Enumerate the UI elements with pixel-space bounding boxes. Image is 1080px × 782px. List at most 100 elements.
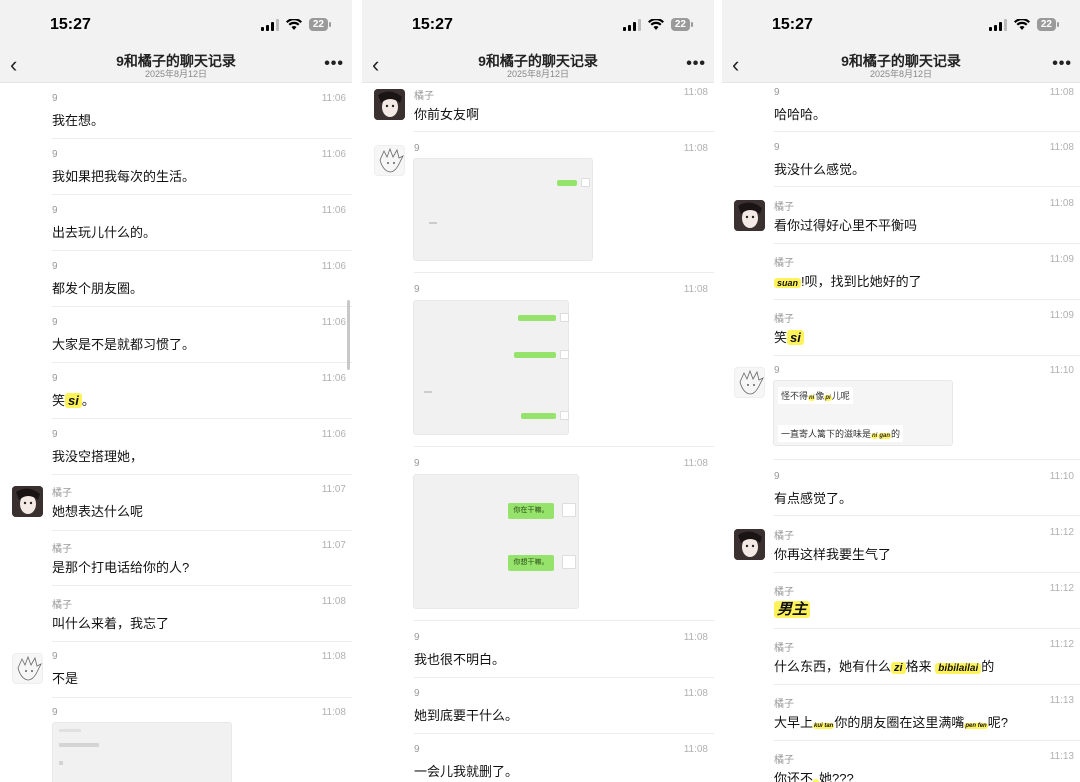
screenshot-image[interactable] bbox=[52, 722, 232, 782]
sender-name: 9 bbox=[774, 87, 780, 98]
placeholder-line bbox=[429, 222, 437, 224]
pinyin-highlight: zi bbox=[891, 662, 906, 674]
pinyin-highlight: 男主 bbox=[774, 601, 811, 618]
sender-name: 9 bbox=[774, 471, 780, 482]
divider bbox=[774, 740, 1080, 741]
message-text: 是那个打电话给你的人? bbox=[52, 560, 190, 575]
more-icon[interactable]: ••• bbox=[324, 52, 344, 76]
sender-name: 橘子 bbox=[774, 202, 794, 213]
divider bbox=[52, 362, 352, 363]
message-text: 哈哈哈。 bbox=[774, 107, 827, 122]
sender-name: 橘子 bbox=[774, 314, 794, 325]
screenshot-image[interactable] bbox=[413, 158, 593, 261]
avatar-nine[interactable] bbox=[374, 145, 405, 176]
quote-image[interactable]: 怪不得ni像pi儿呢 一直寄人篱下的滋味是ni gan的 bbox=[773, 380, 953, 446]
message-text: 她想表达什么呢 bbox=[52, 504, 144, 519]
sender-name: 9 bbox=[774, 142, 780, 153]
signal-icon bbox=[622, 18, 641, 31]
divider bbox=[414, 446, 714, 447]
divider bbox=[52, 306, 352, 307]
divider bbox=[52, 194, 352, 195]
message-time: 11:08 bbox=[683, 143, 708, 154]
divider bbox=[774, 299, 1080, 300]
message-text: 出去玩儿什么的。 bbox=[52, 225, 157, 240]
sender-name: 橘子 bbox=[774, 699, 794, 710]
divider bbox=[414, 272, 714, 273]
sender-name: 9 bbox=[52, 149, 58, 160]
status-bar: 15:27 22 bbox=[722, 0, 1080, 50]
text-segment: 的 bbox=[981, 659, 995, 674]
message-text: suan !呗，找到比她好的了 bbox=[774, 271, 922, 290]
message-text: 我没什么感觉。 bbox=[774, 162, 866, 177]
wifi-icon bbox=[1013, 18, 1030, 30]
sender-name: 9 bbox=[414, 688, 420, 699]
divider bbox=[774, 459, 1080, 460]
message-time: 11:12 bbox=[1049, 639, 1074, 650]
quote-line-1: 怪不得ni像pi儿呢 bbox=[778, 387, 853, 404]
message-text: 你再这样我要生气了 bbox=[774, 547, 892, 562]
status-time: 15:27 bbox=[50, 16, 91, 33]
pinyin-highlight: suan bbox=[774, 278, 802, 288]
message-text: 都发个朋友圈。 bbox=[52, 281, 144, 296]
avatar-image bbox=[734, 200, 765, 231]
more-icon[interactable]: ••• bbox=[1052, 52, 1072, 76]
text-segment: 像 bbox=[815, 391, 825, 401]
divider bbox=[774, 572, 1080, 573]
sender-name: 9 bbox=[414, 632, 420, 643]
mini-avatar bbox=[560, 350, 569, 359]
message-time: 11:08 bbox=[1049, 142, 1074, 153]
screenshot-image[interactable] bbox=[413, 300, 569, 435]
status-icons: 22 bbox=[988, 18, 1060, 31]
sender-name: 9 bbox=[52, 429, 58, 440]
message-time: 11:07 bbox=[321, 484, 346, 495]
text-segment: 的 bbox=[891, 429, 901, 439]
avatar-image bbox=[375, 146, 404, 175]
pinyin-highlight: pen fen bbox=[964, 723, 988, 729]
scrollbar[interactable] bbox=[347, 300, 350, 370]
avatar-image bbox=[12, 486, 43, 517]
message-time: 11:08 bbox=[683, 632, 708, 643]
screenshot-image[interactable]: 你在干嘛。 你想干嘛。 bbox=[413, 474, 579, 609]
signal-icon bbox=[260, 18, 279, 31]
divider bbox=[414, 677, 714, 678]
sender-name: 橘子 bbox=[52, 544, 72, 555]
status-time: 15:27 bbox=[412, 16, 453, 33]
message-text: 你还不 她??? bbox=[774, 768, 854, 782]
message-text: 一会儿我就删了。 bbox=[414, 764, 519, 779]
sender-name: 橘子 bbox=[774, 531, 794, 542]
sender-name: 橘子 bbox=[774, 258, 794, 269]
avatar-orange[interactable] bbox=[734, 529, 765, 560]
avatar-orange[interactable] bbox=[12, 486, 43, 517]
text-segment: 你还不 bbox=[774, 771, 814, 782]
divider bbox=[52, 585, 352, 586]
message-time: 11:13 bbox=[1049, 695, 1074, 706]
avatar-nine[interactable] bbox=[734, 367, 765, 398]
text-segment: 你的朋友圈在这里满嘴 bbox=[834, 715, 965, 730]
sender-name: 9 bbox=[52, 261, 58, 272]
divider bbox=[414, 620, 714, 621]
text-segment: 怪不得 bbox=[781, 391, 809, 401]
message-text: 我也很不明白。 bbox=[414, 652, 506, 667]
avatar-nine[interactable] bbox=[12, 653, 43, 684]
pinyin-highlight: si bbox=[65, 393, 82, 408]
mini-avatar bbox=[560, 313, 569, 322]
nav-bar: ‹ 9和橘子的聊天记录 2025年8月12日 ••• bbox=[0, 50, 352, 83]
message-time: 11:08 bbox=[683, 458, 708, 469]
divider bbox=[774, 355, 1080, 356]
divider bbox=[52, 530, 352, 531]
divider bbox=[52, 418, 352, 419]
avatar-orange[interactable] bbox=[734, 200, 765, 231]
sender-name: 9 bbox=[52, 707, 58, 718]
more-icon[interactable]: ••• bbox=[686, 52, 706, 76]
chat-date: 2025年8月12日 bbox=[869, 69, 933, 79]
placeholder-line bbox=[424, 391, 432, 393]
message-time: 11:12 bbox=[1049, 583, 1074, 594]
message-text: 她到底要干什么。 bbox=[414, 708, 519, 723]
avatar-image bbox=[13, 654, 42, 683]
divider bbox=[52, 697, 352, 698]
sender-name: 9 bbox=[52, 317, 58, 328]
avatar-orange[interactable] bbox=[374, 89, 405, 120]
message-time: 11:08 bbox=[321, 707, 346, 718]
message-time: 11:06 bbox=[321, 205, 346, 216]
chat-date: 2025年8月12日 bbox=[144, 69, 208, 79]
